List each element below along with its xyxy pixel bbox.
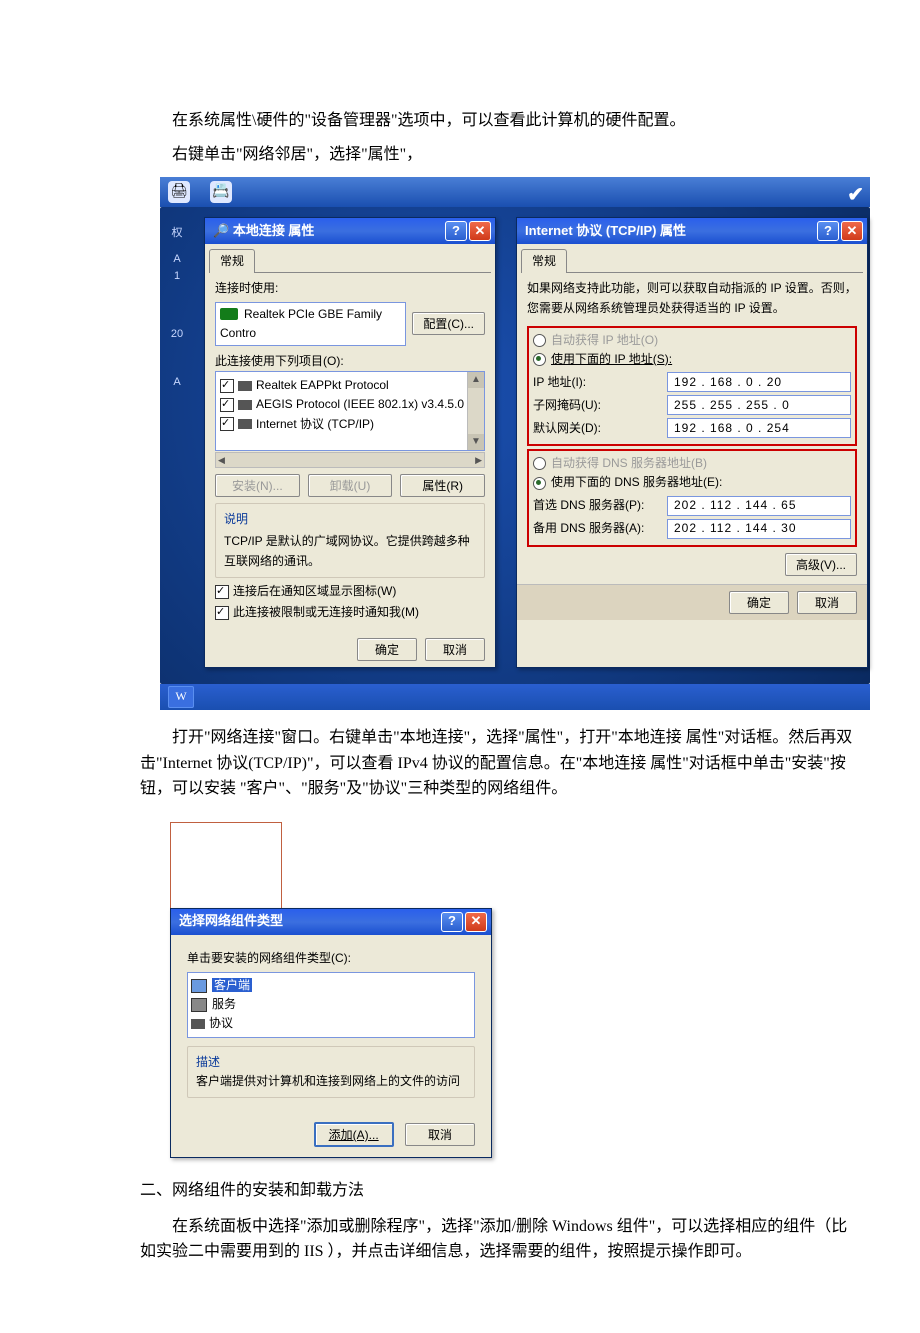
dialog2-titlebar: Internet 协议 (TCP/IP) 属性 ? ✕ (517, 218, 867, 244)
component-type-listbox[interactable]: 客户端 服务 协议 (187, 972, 475, 1038)
taskbar-word-icon[interactable]: W (168, 686, 194, 708)
section-heading-2: 二、网络组件的安装和卸载方法 (140, 1178, 860, 1204)
side-label: 20 (170, 326, 184, 344)
description-group: 描述 客户端提供对计算机和连接到网络上的文件的访问 (187, 1046, 475, 1098)
list-item[interactable]: AEGIS Protocol (IEEE 802.1x) v3.4.5.0 (220, 395, 480, 414)
connect-using-label: 连接时使用: (215, 279, 485, 298)
scrollbar[interactable]: ▲ ▼ (467, 372, 484, 450)
protocol-icon (191, 1019, 205, 1029)
paragraph-1: 在系统属性\硬件的"设备管理器"选项中，可以查看此计算机的硬件配置。 (140, 108, 860, 134)
dialog3-titlebar: 选择网络组件类型 ? ✕ (171, 909, 491, 935)
paragraph-4: 在系统面板中选择"添加或删除程序"，选择"添加/删除 Windows 组件"，可… (140, 1214, 860, 1265)
lbl-ip: IP 地址(I): (533, 373, 667, 392)
note-text: 如果网络支持此功能，则可以获取自动指派的 IP 设置。否则，您需要从网络系统管理… (527, 279, 857, 317)
scroll-up-icon[interactable]: ▲ (468, 372, 484, 388)
list-item-protocol[interactable]: 协议 (191, 1014, 471, 1033)
toolbar-icon-1: 🖨 (168, 181, 190, 203)
checkbox-notify-limited[interactable]: 此连接被限制或无连接时通知我(M) (215, 603, 485, 622)
ok-button[interactable]: 确定 (357, 638, 417, 661)
adapter-icon (220, 308, 238, 320)
screenshot-network-dialogs: 🖨 📇 ✔ 权 A1 20 A 🔎 本地连接 属性 ? ✕ 常规 连接时使用: (160, 177, 870, 710)
tcpip-properties-dialog: Internet 协议 (TCP/IP) 属性 ? ✕ 常规 如果网络支持此功能… (516, 217, 868, 668)
desc-title: 描述 (196, 1053, 466, 1072)
cancel-button[interactable]: 取消 (797, 591, 857, 614)
desc-text: TCP/IP 是默认的广域网协议。它提供跨越多种互联网络的通讯。 (224, 532, 476, 570)
paragraph-3: 打开"网络连接"窗口。右键单击"本地连接"，选择"属性"，打开"本地连接 属性"… (140, 725, 860, 802)
screenshot-component-type: 选择网络组件类型 ? ✕ 单击要安装的网络组件类型(C): 客户端 服务 协议 … (170, 822, 920, 1158)
side-label: 权 (170, 225, 184, 243)
add-button[interactable]: 添加(A)... (314, 1122, 394, 1147)
lbl-dns2: 备用 DNS 服务器(A): (533, 519, 667, 538)
checkmark-icon: ✔ (847, 179, 864, 211)
mask-input[interactable]: 255 . 255 . 255 . 0 (667, 395, 851, 415)
paragraph-2: 右键单击"网络邻居"，选择"属性"， (140, 142, 860, 168)
close-button[interactable]: ✕ (469, 221, 491, 241)
desc-text: 客户端提供对计算机和连接到网络上的文件的访问 (196, 1072, 466, 1091)
dns-settings-redbox: 自动获得 DNS 服务器地址(B) 使用下面的 DNS 服务器地址(E): 首选… (527, 449, 857, 546)
image-placeholder (170, 822, 282, 914)
properties-button[interactable]: 属性(R) (400, 474, 485, 497)
adapter-field: Realtek PCIe GBE Family Contro (215, 302, 406, 346)
list-item-client[interactable]: 客户端 (191, 976, 471, 995)
items-label: 此连接使用下列项目(O): (215, 352, 485, 371)
dns1-input[interactable]: 202 . 112 . 144 . 65 (667, 496, 851, 516)
side-label: A1 (170, 251, 184, 286)
list-item[interactable]: Internet 协议 (TCP/IP) (220, 415, 480, 434)
tab-general[interactable]: 常规 (521, 249, 567, 273)
tab-general[interactable]: 常规 (209, 249, 255, 273)
scroll-left-icon[interactable]: ◀ (218, 453, 225, 467)
prompt-label: 单击要安装的网络组件类型(C): (187, 949, 475, 968)
configure-button[interactable]: 配置(C)... (412, 312, 485, 335)
cancel-button[interactable]: 取消 (405, 1123, 475, 1146)
xp-taskbar: W (160, 684, 870, 710)
lbl-mask: 子网掩码(U): (533, 396, 667, 415)
radio-use-ip[interactable]: 使用下面的 IP 地址(S): (533, 350, 851, 369)
dns2-input[interactable]: 202 . 112 . 144 . 30 (667, 519, 851, 539)
radio-auto-ip[interactable]: 自动获得 IP 地址(O) (533, 331, 851, 350)
install-button[interactable]: 安装(N)... (215, 474, 300, 497)
toolbar-icon-2: 📇 (210, 181, 232, 203)
help-button[interactable]: ? (445, 221, 467, 241)
cancel-button[interactable]: 取消 (425, 638, 485, 661)
close-button[interactable]: ✕ (841, 221, 863, 241)
service-icon (191, 998, 207, 1012)
advanced-button[interactable]: 高级(V)... (785, 553, 857, 576)
help-button[interactable]: ? (441, 912, 463, 932)
select-component-type-dialog: 选择网络组件类型 ? ✕ 单击要安装的网络组件类型(C): 客户端 服务 协议 … (170, 908, 492, 1158)
help-button[interactable]: ? (817, 221, 839, 241)
scroll-right-icon[interactable]: ▶ (475, 453, 482, 467)
local-connection-properties-dialog: 🔎 本地连接 属性 ? ✕ 常规 连接时使用: Realtek PCIe GBE… (204, 217, 496, 668)
dialog1-title: 🔎 本地连接 属性 (213, 221, 314, 242)
list-item-service[interactable]: 服务 (191, 995, 471, 1014)
ok-button[interactable]: 确定 (729, 591, 789, 614)
dialog3-title: 选择网络组件类型 (179, 911, 283, 932)
close-button[interactable]: ✕ (465, 912, 487, 932)
list-item[interactable]: Realtek EAPPkt Protocol (220, 376, 480, 395)
xp-toolbar: 🖨 📇 ✔ (160, 177, 870, 207)
dialog1-titlebar: 🔎 本地连接 属性 ? ✕ (205, 218, 495, 244)
radio-use-dns[interactable]: 使用下面的 DNS 服务器地址(E): (533, 473, 851, 492)
components-listbox[interactable]: Realtek EAPPkt Protocol AEGIS Protocol (… (215, 371, 485, 451)
desc-title: 说明 (224, 510, 476, 529)
uninstall-button[interactable]: 卸载(U) (308, 474, 393, 497)
ip-input[interactable]: 192 . 168 . 0 . 20 (667, 372, 851, 392)
side-label: A (170, 374, 184, 392)
ip-settings-redbox: 自动获得 IP 地址(O) 使用下面的 IP 地址(S): IP 地址(I):1… (527, 326, 857, 446)
gateway-input[interactable]: 192 . 168 . 0 . 254 (667, 418, 851, 438)
client-icon (191, 979, 207, 993)
dialog2-title: Internet 协议 (TCP/IP) 属性 (525, 221, 686, 242)
lbl-gateway: 默认网关(D): (533, 419, 667, 438)
lbl-dns1: 首选 DNS 服务器(P): (533, 496, 667, 515)
scroll-down-icon[interactable]: ▼ (468, 434, 484, 450)
horizontal-scrollbar[interactable]: ◀ ▶ (215, 452, 485, 468)
description-group: 说明 TCP/IP 是默认的广域网协议。它提供跨越多种互联网络的通讯。 (215, 503, 485, 578)
checkbox-notify-icon[interactable]: 连接后在通知区域显示图标(W) (215, 582, 485, 601)
radio-auto-dns[interactable]: 自动获得 DNS 服务器地址(B) (533, 454, 851, 473)
